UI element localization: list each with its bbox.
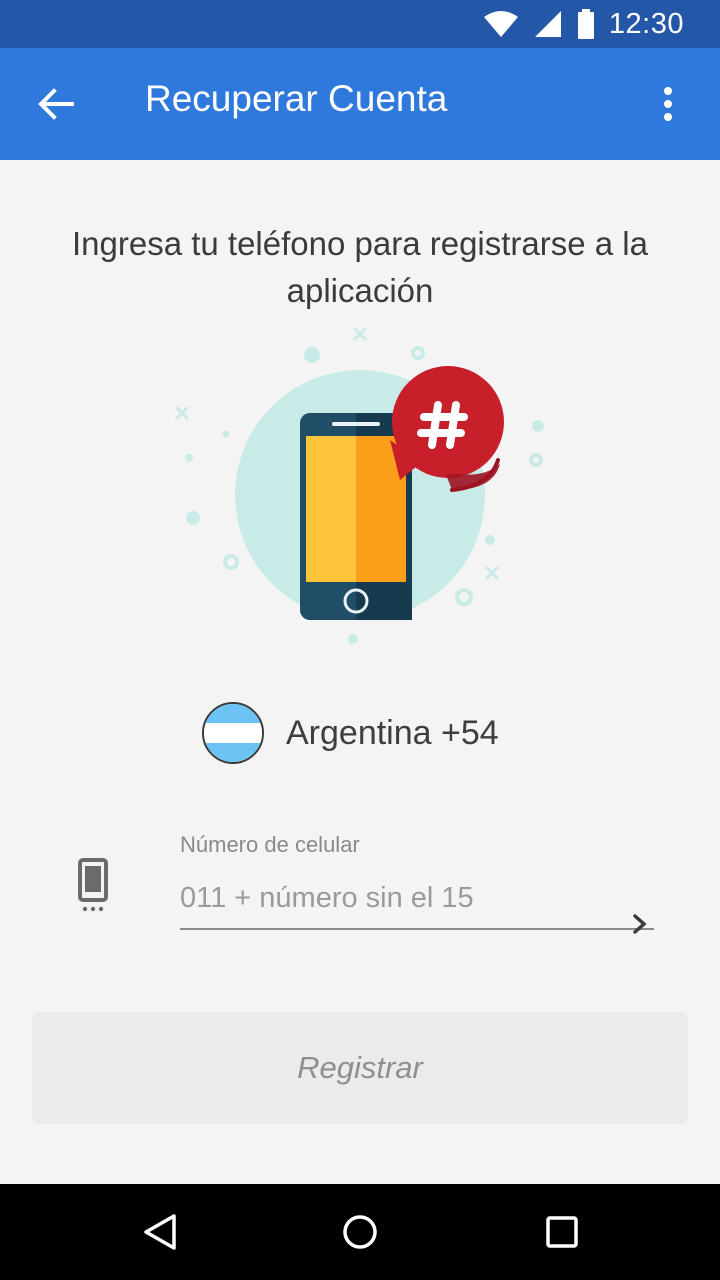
status-icons: 12:30 [483, 0, 684, 48]
chevron-right-icon[interactable] [630, 913, 650, 935]
home-circle-icon [343, 1215, 377, 1249]
nav-back-button[interactable] [130, 1202, 190, 1262]
register-button[interactable]: Registrar [32, 1012, 688, 1124]
arrow-back-icon [38, 88, 74, 120]
back-triangle-icon [144, 1214, 176, 1250]
back-button[interactable] [28, 76, 84, 132]
phone-field-label: Número de celular [180, 832, 360, 857]
more-options-button[interactable] [640, 76, 696, 132]
country-selector[interactable]: Argentina +54 [202, 700, 499, 766]
system-nav-bar [0, 1184, 720, 1280]
recents-square-icon [546, 1216, 578, 1248]
nav-home-button[interactable] [330, 1202, 390, 1262]
signal-icon [534, 11, 561, 37]
phone-hash-illustration [175, 327, 544, 644]
instructions-heading: Ingresa tu teléfono para registrarse a l… [71, 225, 648, 309]
smartphone-icon [78, 858, 108, 912]
country-label: Argentina +54 [286, 713, 499, 752]
status-time: 12:30 [608, 7, 684, 40]
more-vert-icon [664, 87, 672, 121]
battery-icon [577, 9, 594, 39]
argentina-flag-icon [202, 702, 264, 764]
status-bar: 12:30 [0, 0, 720, 48]
wifi-icon [483, 11, 518, 37]
app-bar: Recuperar Cuenta [0, 48, 720, 160]
nav-recents-button[interactable] [532, 1202, 592, 1262]
phone-field-underline [180, 928, 654, 930]
page-title: Recuperar Cuenta [145, 78, 448, 119]
phone-number-input[interactable] [180, 876, 620, 920]
